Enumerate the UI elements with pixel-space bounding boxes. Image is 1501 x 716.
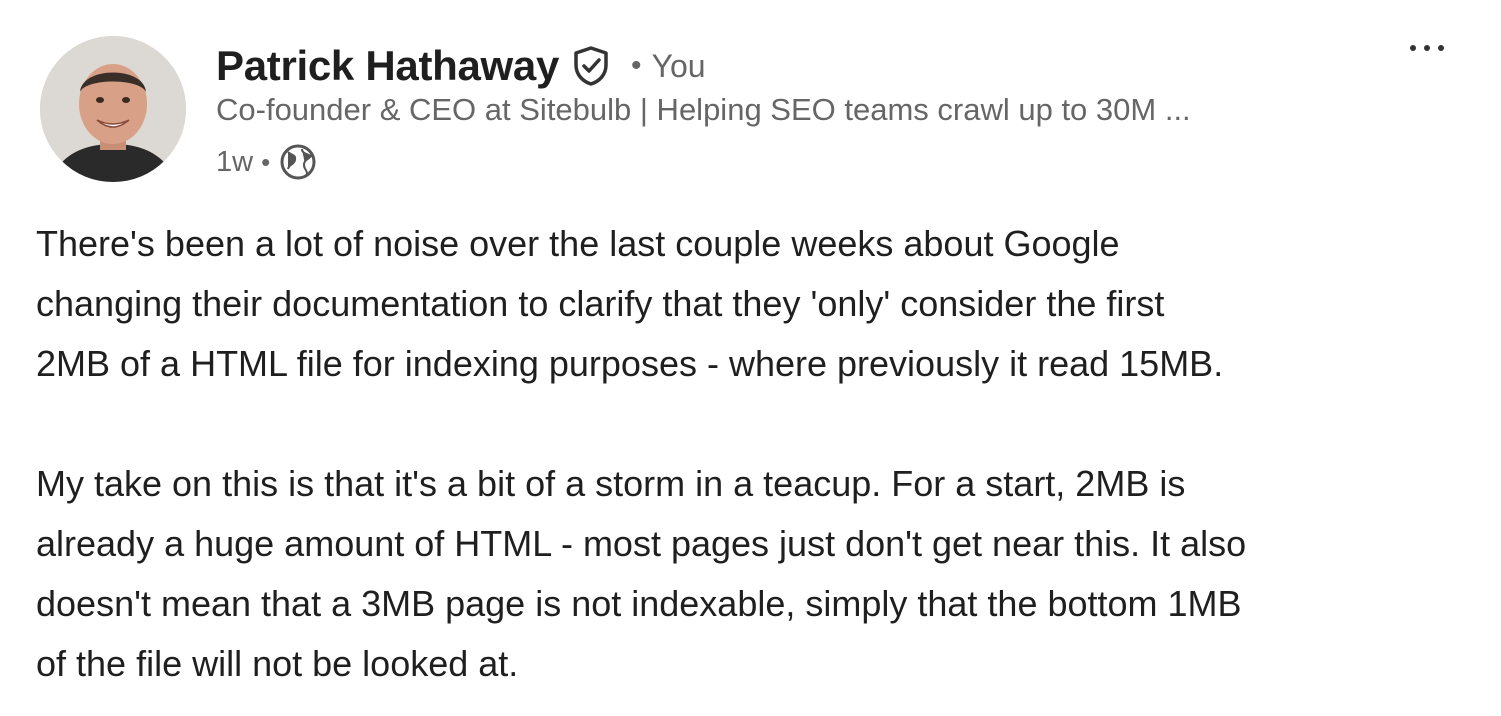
post-header: Patrick Hathaway • You Co-founder & CEO … (40, 36, 1470, 186)
meta-separator: • (261, 146, 271, 177)
author-name-row: Patrick Hathaway • You (216, 38, 706, 94)
post-meta: 1w • (216, 140, 318, 184)
verified-shield-icon[interactable] (569, 44, 613, 88)
author-avatar[interactable] (40, 36, 186, 182)
ellipsis-icon (1410, 45, 1416, 51)
post-timestamp[interactable]: 1w (216, 146, 253, 179)
author-name[interactable]: Patrick Hathaway (216, 42, 559, 90)
author-headline: Co-founder & CEO at Sitebulb | Helping S… (216, 92, 1191, 127)
post-paragraph: There's been a lot of noise over the las… (36, 223, 1224, 384)
avatar-portrait (40, 36, 186, 182)
linkedin-post: Patrick Hathaway • You Co-founder & CEO … (0, 0, 1501, 716)
relation-label: You (651, 47, 706, 84)
post-paragraph: My take on this is that it's a bit of a … (36, 463, 1247, 684)
globe-icon (278, 142, 318, 182)
more-options-button[interactable] (1401, 28, 1453, 68)
ellipsis-icon (1438, 45, 1444, 51)
ellipsis-icon (1424, 45, 1430, 51)
post-body: There's been a lot of noise over the las… (36, 214, 1476, 694)
relation-separator: • (631, 49, 642, 82)
